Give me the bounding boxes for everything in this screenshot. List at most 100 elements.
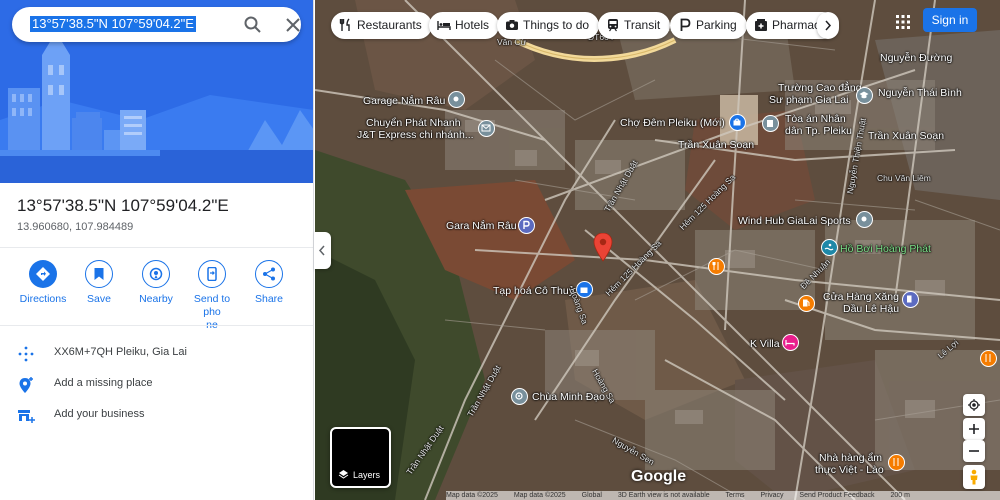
- map-label-cho-dem[interactable]: Chợ Đêm Pleiku (Mới): [620, 117, 725, 129]
- map-label-cua-hang-2[interactable]: Dầu Lê Hậu: [843, 303, 899, 315]
- scale-bar[interactable]: 200 m: [890, 492, 909, 499]
- my-location-button[interactable]: [963, 394, 985, 416]
- parking-icon: [523, 220, 530, 229]
- chips-scroll-right-button[interactable]: [817, 12, 839, 39]
- hotel-icon: [437, 21, 451, 30]
- restaurant-icon: [712, 262, 719, 270]
- poi-garage[interactable]: [448, 91, 465, 108]
- search-box[interactable]: 13°57'38.5"N 107°59'04.2"E: [12, 7, 301, 42]
- chevron-right-icon: [825, 20, 832, 31]
- send-to-phone-label: Send to pho ne: [184, 293, 240, 332]
- map-label-k-villa[interactable]: K Villa: [750, 338, 780, 350]
- sign-in-button[interactable]: Sign in: [923, 8, 977, 32]
- map-label-ho-boi[interactable]: Hồ Bơi Hoàng Phát: [840, 243, 931, 255]
- zoom-in-button[interactable]: [963, 418, 985, 440]
- search-button[interactable]: [241, 13, 265, 37]
- bed-icon: [785, 340, 795, 346]
- layers-button[interactable]: Layers: [330, 427, 391, 488]
- poi-restaurant-edge[interactable]: [980, 350, 997, 367]
- camera-icon: [506, 20, 518, 30]
- poi-restaurant-1[interactable]: [708, 258, 725, 275]
- map-label-jt-express[interactable]: J&T Express chi nhánh...: [357, 129, 474, 141]
- chip-things-to-do[interactable]: Things to do: [497, 12, 600, 39]
- terms-link[interactable]: Terms: [726, 492, 745, 499]
- chip-restaurants[interactable]: Restaurants: [331, 12, 432, 39]
- google-logo: Google: [631, 468, 687, 485]
- region-link[interactable]: Global: [582, 492, 602, 499]
- map-label-chuyen-phat[interactable]: Chuyển Phát Nhanh: [366, 117, 461, 129]
- save-button[interactable]: Save: [71, 258, 127, 306]
- map-label-nha-hang-2[interactable]: thực Việt - Lào: [815, 464, 884, 476]
- map-label-truong-cd-1[interactable]: Trường Cao đẳng: [778, 82, 862, 94]
- map-label-tap-hoa[interactable]: Tạp hoá Cô Thuỷ: [493, 285, 574, 297]
- minus-icon: [969, 450, 979, 452]
- swimming-icon: [824, 243, 834, 251]
- layers-label: Layers: [353, 470, 381, 480]
- chip-parking[interactable]: Parking: [670, 12, 747, 39]
- poi-jt-express[interactable]: [478, 120, 495, 137]
- poi-fuel-station[interactable]: [902, 291, 919, 308]
- restaurant-icon: [893, 458, 899, 466]
- share-label: Share: [254, 293, 284, 305]
- share-button[interactable]: Share: [241, 258, 297, 306]
- add-business-text: Add your business: [54, 408, 145, 420]
- add-business-row[interactable]: Add your business: [0, 403, 313, 429]
- directions-button[interactable]: Directions: [15, 258, 71, 306]
- location-pin-icon[interactable]: [593, 233, 613, 263]
- nearby-button[interactable]: Nearby: [128, 258, 184, 306]
- apps-button[interactable]: [891, 10, 915, 34]
- poi-truong-cd[interactable]: [856, 87, 873, 104]
- plus-code-row[interactable]: XX6M+7QH Pleiku, Gia Lai: [0, 341, 313, 367]
- map-label-gara-nam-rau[interactable]: Gara Nắm Râu: [446, 220, 517, 232]
- map-label-wind-hub[interactable]: Wind Hub GiaLai Sports: [738, 215, 851, 227]
- imagery-attribution: Map data ©2025: [446, 492, 498, 499]
- poi-cua-hang[interactable]: [798, 295, 815, 312]
- poi-wind-hub[interactable]: [856, 211, 873, 228]
- layers-icon: [338, 470, 349, 479]
- zoom-out-button[interactable]: [963, 440, 985, 462]
- mail-icon: [481, 124, 491, 132]
- school-icon: [859, 91, 869, 99]
- chip-hotels[interactable]: Hotels: [429, 12, 500, 39]
- poi-k-villa[interactable]: [782, 334, 799, 351]
- send-to-phone-label-line1: Send to pho: [193, 293, 231, 318]
- chip-transit[interactable]: Transit: [598, 12, 671, 39]
- plus-code-icon: [18, 346, 34, 362]
- map-label-nha-hang-1[interactable]: Nhà hàng ẩm: [819, 452, 882, 464]
- chip-things-to-do-label: Things to do: [523, 18, 590, 32]
- action-bar: Directions Save Nearby Send to pho ne Sha…: [0, 258, 313, 331]
- nearby-icon: [149, 267, 163, 281]
- map-label-toa-an-2[interactable]: dân Tp. Pleiku: [785, 125, 852, 137]
- poi-nha-hang[interactable]: [888, 454, 905, 471]
- place-title: 13°57'38.5"N 107°59'04.2"E: [17, 196, 229, 215]
- search-icon: [244, 16, 261, 33]
- temple-icon: [515, 392, 523, 400]
- restaurant-icon: [985, 354, 991, 362]
- send-to-phone-button[interactable]: Send to pho ne: [184, 258, 240, 332]
- street-view-pegman-button[interactable]: [963, 465, 985, 489]
- poi-parking[interactable]: [518, 217, 535, 234]
- shopping-icon: [733, 118, 741, 126]
- earth-view-notice: 3D Earth view is not available: [617, 492, 710, 499]
- privacy-link[interactable]: Privacy: [761, 492, 784, 499]
- search-query[interactable]: 13°57'38.5"N 107°59'04.2"E: [30, 16, 196, 32]
- map-label-tran-xuan-soan-1: Trần Xuân Soạn: [678, 139, 755, 151]
- map-label-cua-hang-1[interactable]: Cửa Hàng Xăng: [823, 291, 899, 303]
- poi-toa-an[interactable]: [762, 115, 779, 132]
- side-panel: 13°57'38.5"N 107°59'04.2"E 13°57'38.5"N …: [0, 0, 314, 500]
- feedback-link[interactable]: Send Product Feedback: [799, 492, 874, 499]
- place-decimal-coordinates: 13.960680, 107.984489: [17, 221, 134, 233]
- map-label-toa-an-1[interactable]: Tòa án Nhân: [785, 113, 846, 125]
- map-label-nguyen-thai-binh: Nguyễn Thái Bình: [878, 87, 962, 99]
- restaurant-icon: [339, 18, 350, 31]
- poi-chua[interactable]: [511, 388, 528, 405]
- close-button[interactable]: [281, 13, 305, 37]
- poi-cho-dem[interactable]: [729, 114, 746, 131]
- close-icon: [286, 18, 300, 32]
- poi-ho-boi[interactable]: [821, 239, 838, 256]
- add-missing-place-row[interactable]: Add a missing place: [0, 372, 313, 398]
- map-label-chua[interactable]: Chùa Minh Đạo: [532, 391, 605, 403]
- map-label-truong-cd-2[interactable]: Sư phạm Gia Lai: [769, 94, 848, 106]
- collapse-panel-button[interactable]: [314, 232, 331, 269]
- map-label-garage[interactable]: Garage Nắm Râu: [363, 95, 445, 107]
